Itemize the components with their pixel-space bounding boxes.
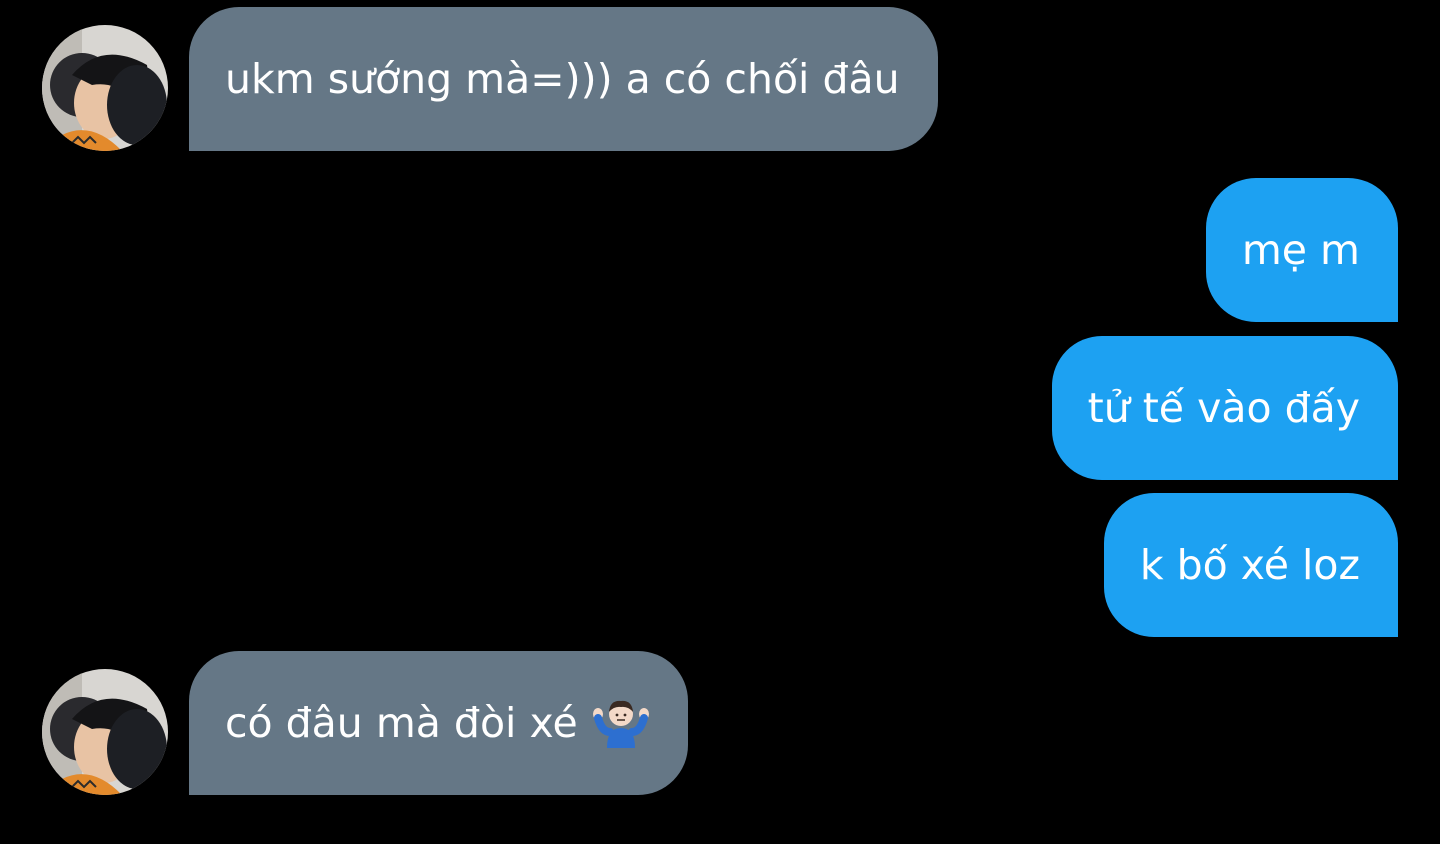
message-bubble-incoming[interactable]: có đâu mà đòi xé [189, 651, 688, 795]
message-bubble-outgoing[interactable]: tử tế vào đấy [1051, 336, 1398, 480]
man-shrugging-emoji-icon [592, 698, 650, 748]
message-text: tử tế vào đấy [1087, 384, 1360, 432]
avatar-photo [42, 25, 168, 151]
avatar-photo [42, 669, 168, 795]
message-text: có đâu mà đòi xé [225, 699, 578, 747]
message-bubble-outgoing[interactable]: k bố xé loz [1103, 493, 1398, 637]
message-text: k bố xé loz [1139, 541, 1360, 589]
contact-avatar[interactable] [42, 669, 168, 795]
contact-avatar[interactable] [42, 25, 168, 151]
message-text: ukm sướng mà=))) a có chối đâu [225, 55, 900, 103]
message-text: mẹ m [1241, 226, 1360, 274]
message-bubble-incoming[interactable]: ukm sướng mà=))) a có chối đâu [189, 7, 938, 151]
message-bubble-outgoing[interactable]: mẹ m [1205, 178, 1398, 322]
